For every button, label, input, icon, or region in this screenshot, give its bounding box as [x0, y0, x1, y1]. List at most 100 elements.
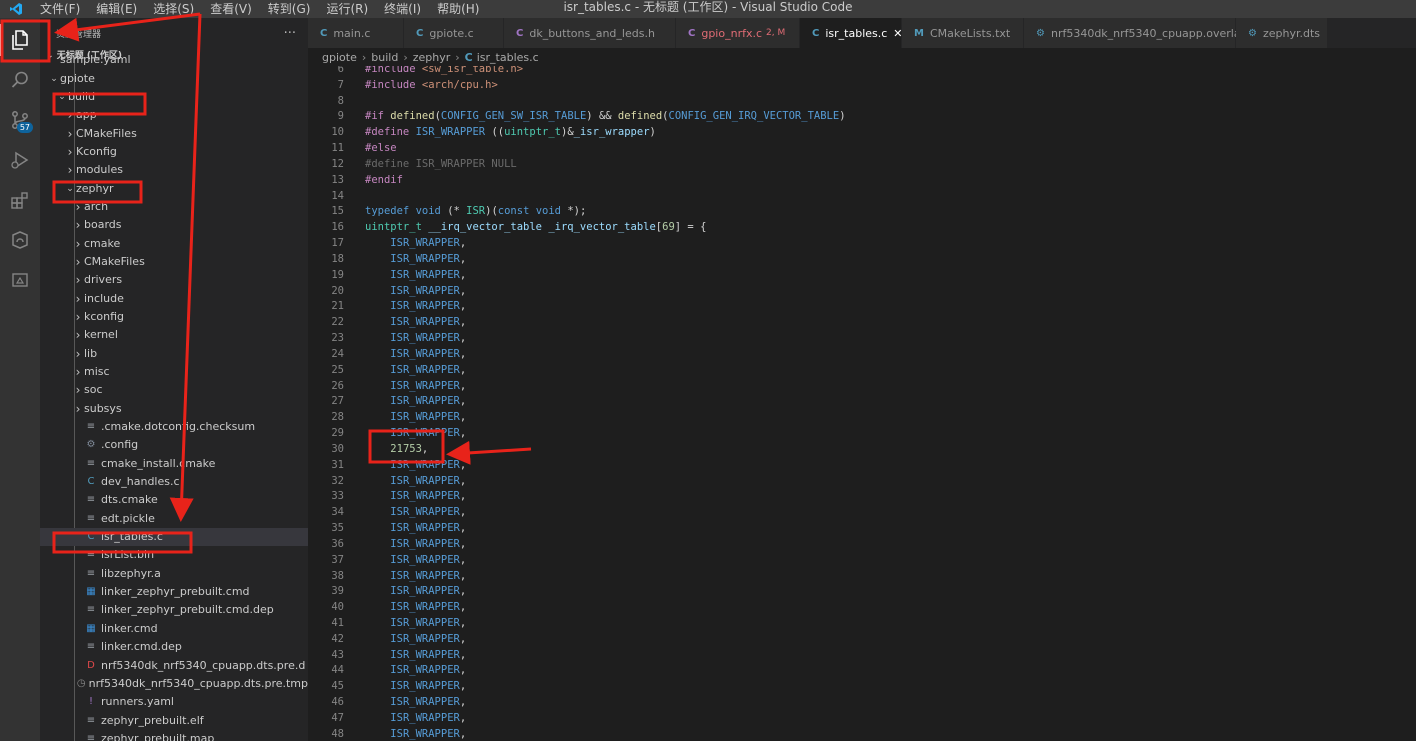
folder-item[interactable]: › soc [40, 381, 308, 399]
code-text: ISR_WRAPPER, [344, 379, 466, 395]
editor-tab[interactable]: Cmain.c [308, 18, 404, 48]
code-text: ISR_WRAPPER, [344, 331, 466, 347]
nrf-connect-icon[interactable] [0, 220, 40, 260]
code-line: 33 ISR_WRAPPER, [308, 489, 1416, 505]
folder-item[interactable]: › app [40, 106, 308, 124]
folder-item[interactable]: › CMakeFiles [40, 253, 308, 271]
menu-item[interactable]: 转到(G) [260, 2, 319, 16]
editor-tab[interactable]: Cgpiote.c [404, 18, 504, 48]
code-text: ISR_WRAPPER, [344, 727, 466, 741]
clock-icon: ◷ [76, 677, 86, 689]
source-control-icon[interactable]: 57 [0, 100, 40, 140]
folder-item[interactable]: › subsys [40, 400, 308, 418]
folder-item[interactable]: › kernel [40, 326, 308, 344]
tree-item-label: arch [84, 199, 109, 213]
more-actions-icon[interactable]: ··· [284, 26, 296, 41]
tree-item-label: boards [84, 218, 122, 232]
line-number: 47 [331, 711, 344, 724]
breadcrumb-item[interactable]: isr_tables.c [477, 51, 539, 64]
folder-item[interactable]: ⌄ build [40, 88, 308, 106]
folder-item[interactable]: › lib [40, 345, 308, 363]
folder-item[interactable]: › drivers [40, 271, 308, 289]
menu-item[interactable]: 编辑(E) [88, 2, 145, 16]
code-token: , [459, 458, 467, 471]
code-line: 39 ISR_WRAPPER, [308, 584, 1416, 600]
editor-tab[interactable]: Cisr_tables.c ✕ [800, 18, 903, 48]
code-token: _irq_vector_table [548, 221, 656, 234]
file-item[interactable]: ≡ linker_zephyr_prebuilt.cmd.dep [40, 601, 308, 619]
tree-item-label: zephyr_prebuilt.elf [101, 713, 204, 727]
device-icon[interactable] [0, 260, 40, 300]
file-item[interactable]: ≡ zephyr_prebuilt.map [40, 730, 308, 741]
line-number: 7 [337, 78, 344, 91]
menu-item[interactable]: 选择(S) [145, 2, 202, 16]
folder-item[interactable]: › include [40, 289, 308, 307]
folder-item[interactable]: › modules [40, 161, 308, 179]
file-type-icon: C [812, 27, 820, 39]
code-line: 38 ISR_WRAPPER, [308, 569, 1416, 585]
chevron-right-icon: › [75, 291, 81, 306]
file-item[interactable]: ≡ .cmake.dotconfig.checksum [40, 418, 308, 436]
editor-tab[interactable]: ⚙ nrf5340dk_nrf5340_cpuapp.overlay [1024, 18, 1247, 48]
folder-item[interactable]: › Kconfig [40, 143, 308, 161]
file-item[interactable]: ! runners.yaml [40, 693, 308, 711]
breadcrumb-item[interactable]: zephyr [413, 51, 451, 64]
code-token: , [459, 506, 467, 519]
breadcrumb-item[interactable]: build [371, 51, 398, 64]
explorer-icon[interactable] [0, 20, 40, 60]
line-number: 11 [331, 142, 344, 155]
file-item[interactable]: ≡ libzephyr.a [40, 565, 308, 583]
source-control-badge: 57 [16, 122, 33, 133]
file-lines-icon: ≡ [86, 732, 96, 741]
folder-item[interactable]: › misc [40, 363, 308, 381]
file-item[interactable]: Dnrf5340dk_nrf5340_cpuapp.dts.pre.d [40, 656, 308, 674]
editor-tab[interactable]: M CMakeLists.txt [902, 18, 1024, 48]
extensions-icon[interactable] [0, 180, 40, 220]
code-text: ISR_WRAPPER, [344, 663, 466, 679]
folder-item[interactable]: › kconfig [40, 308, 308, 326]
code-editor[interactable]: 6 #include <sw_isr_table.h> 7 #include <arc… [308, 66, 1416, 741]
file-item[interactable]: sample.yaml [40, 51, 308, 69]
code-token: ISR_WRAPPER [390, 506, 460, 519]
file-item[interactable]: ⚙ .config [40, 436, 308, 454]
code-line: 13 #endif [308, 173, 1416, 189]
menu-item[interactable]: 查看(V) [202, 2, 260, 16]
code-text: #endif [344, 173, 403, 189]
file-item[interactable]: Cisr_tables.c [40, 527, 308, 547]
file-item[interactable]: ◷ nrf5340dk_nrf5340_cpuapp.dts.pre.tmp [40, 675, 308, 693]
folder-item[interactable]: › CMakeFiles [40, 124, 308, 142]
code-token: , [459, 332, 467, 345]
code-text: ISR_WRAPPER, [344, 616, 466, 632]
run-debug-icon[interactable] [0, 140, 40, 180]
menu-item[interactable]: 帮助(H) [429, 2, 487, 16]
file-item[interactable]: ≡ linker.cmd.dep [40, 638, 308, 656]
folder-item[interactable]: ⌄ zephyr [40, 179, 308, 197]
file-item[interactable]: Cdev_handles.c [40, 473, 308, 491]
chevron-right-icon: › [75, 254, 81, 269]
file-item[interactable]: ≡ zephyr_prebuilt.elf [40, 711, 308, 729]
tree-item-label: nrf5340dk_nrf5340_cpuapp.dts.pre.tmp [88, 676, 308, 690]
editor-tab[interactable]: Cgpio_nrfx.c 2, M [676, 18, 800, 48]
file-item[interactable]: ≡ dts.cmake [40, 491, 308, 509]
search-icon[interactable] [0, 60, 40, 100]
editor-tab[interactable]: Cdk_buttons_and_leds.h [504, 18, 676, 48]
file-item[interactable]: ▦ linker_zephyr_prebuilt.cmd [40, 583, 308, 601]
editor-tab[interactable]: ⚙ zephyr.dts [1236, 18, 1328, 48]
file-item[interactable]: ≡ edt.pickle [40, 510, 308, 528]
file-item[interactable]: ▦ linker.cmd [40, 620, 308, 638]
menu-item[interactable]: 终端(I) [376, 2, 429, 16]
folder-item[interactable]: › arch [40, 198, 308, 216]
menu-item[interactable]: 运行(R) [318, 2, 376, 16]
file-item[interactable]: ≡ isrList.bin [40, 546, 308, 564]
breadcrumb-item[interactable]: gpiote [322, 51, 357, 64]
menu-item[interactable]: 文件(F) [32, 2, 88, 16]
folder-item[interactable]: ⌄ gpiote [40, 69, 308, 87]
code-line: 18 ISR_WRAPPER, [308, 252, 1416, 268]
folder-item[interactable]: › boards [40, 216, 308, 234]
folder-item[interactable]: › cmake [40, 234, 308, 252]
file-item[interactable]: ≡ cmake_install.cmake [40, 455, 308, 473]
